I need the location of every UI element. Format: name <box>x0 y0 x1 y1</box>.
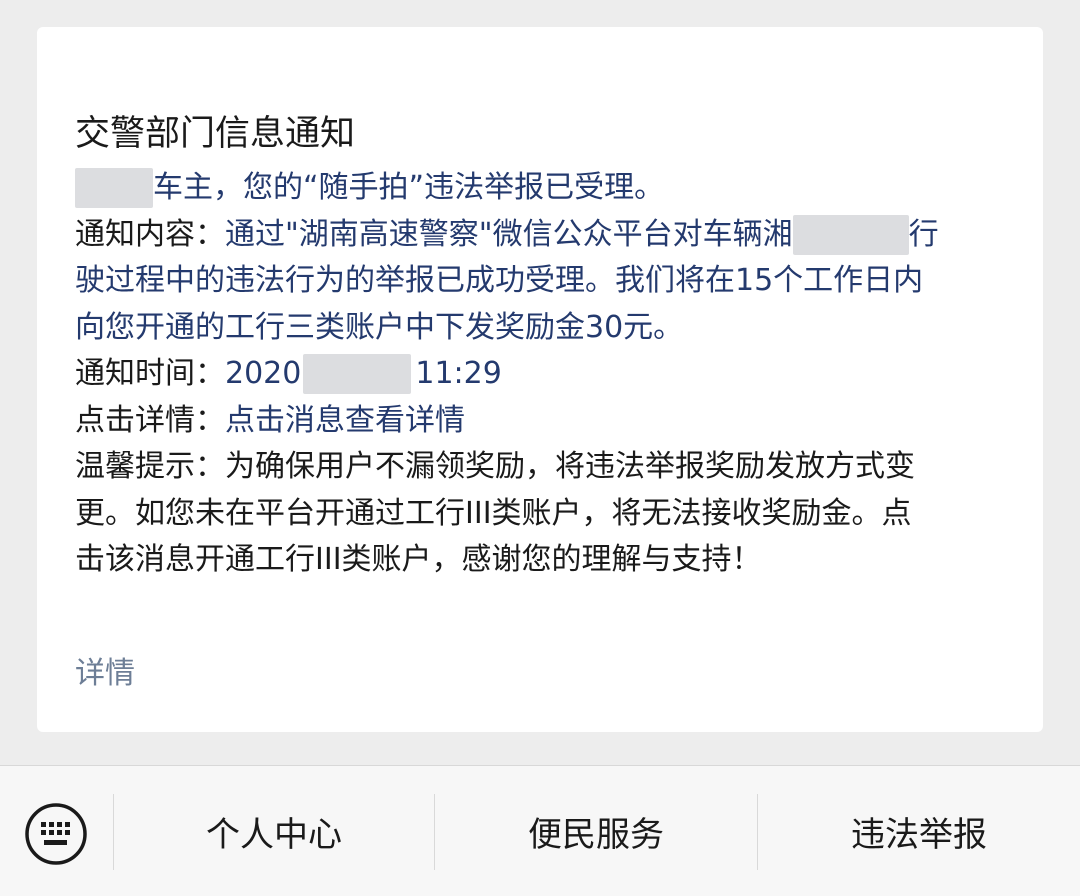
content-text-1b: 行 <box>908 216 939 252</box>
tip-label: 温馨提示： <box>75 449 225 484</box>
time-suffix: 11:29 <box>415 356 502 391</box>
redacted-date <box>303 354 412 394</box>
bottom-menu-bar: 个人中心 便民服务 违法举报 <box>0 765 1080 896</box>
tip-line-1: 温馨提示：为确保用户不漏领奖励，将违法举报奖励发放方式变 <box>75 444 1015 491</box>
menu-item-violation-report[interactable]: 违法举报 <box>758 766 1080 896</box>
detail-label: 点击详情： <box>75 402 225 438</box>
tip-text-1: 为确保用户不漏领奖励，将违法举报奖励发放方式变 <box>225 449 915 484</box>
time-label: 通知时间： <box>75 356 225 391</box>
redacted-owner-name <box>75 168 153 208</box>
details-link[interactable]: 详情 <box>75 651 135 697</box>
content-line-3: 向您开通的工行三类账户中下发奖励金30元。 <box>75 309 684 345</box>
time-line: 通知时间：2020 11:29 <box>75 351 1015 398</box>
notification-body: 车主，您的“随手拍”违法举报已受理。 通知内容：通过"湖南高速警察"微信公众平台… <box>75 165 1015 584</box>
notification-title: 交警部门信息通知 <box>75 114 356 154</box>
keyboard-icon <box>25 803 87 865</box>
notification-card[interactable]: 交警部门信息通知 车主，您的“随手拍”违法举报已受理。 通知内容：通过"湖南高速… <box>37 27 1043 732</box>
menu-item-personal-center[interactable]: 个人中心 <box>114 766 434 896</box>
wechat-chat-view: 交警部门信息通知 车主，您的“随手拍”违法举报已受理。 通知内容：通过"湖南高速… <box>0 0 1080 896</box>
keyboard-toggle-button[interactable] <box>24 802 88 866</box>
detail-value: 点击消息查看详情 <box>225 402 465 438</box>
owner-message: 车主，您的“随手拍”违法举报已受理。 <box>153 170 665 205</box>
redacted-plate-number <box>792 214 909 255</box>
tip-line-2: 更。如您未在平台开通过工行III类账户，将无法接收奖励金。点 <box>75 495 912 531</box>
tip-line-3: 击该消息开通工行III类账户，感谢您的理解与支持！ <box>75 542 762 577</box>
content-line-2: 驶过程中的违法行为的举报已成功受理。我们将在15个工作日内 <box>75 263 924 298</box>
content-label: 通知内容： <box>75 216 225 252</box>
menu-item-convenience-services[interactable]: 便民服务 <box>435 766 757 896</box>
content-text-1a: 通过"湖南高速警察"微信公众平台对车辆湘 <box>225 216 793 252</box>
detail-line: 点击详情：点击消息查看详情 <box>75 398 1015 445</box>
owner-line: 车主，您的“随手拍”违法举报已受理。 <box>75 165 1015 212</box>
time-prefix: 2020 <box>225 356 302 391</box>
content-line-1: 通知内容：通过"湖南高速警察"微信公众平台对车辆湘 行 <box>75 212 1015 259</box>
